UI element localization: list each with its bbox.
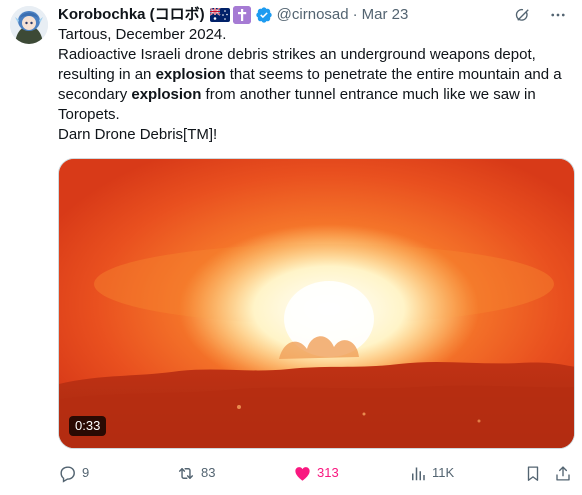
repost-count: 83 xyxy=(201,465,216,480)
tweet-text-line: Radioactive Israeli drone debris strikes… xyxy=(58,45,573,125)
more-options-icon[interactable] xyxy=(548,6,568,24)
video-duration: 0:33 xyxy=(69,416,107,436)
tweet-timestamp[interactable]: Mar 23 xyxy=(362,5,409,25)
repost-button[interactable]: 83 xyxy=(176,462,215,484)
repost-icon xyxy=(176,464,196,483)
tweet-text-span: Tartous, December 2024. xyxy=(58,26,227,43)
analytics-icon xyxy=(409,464,427,483)
tweet-text-bold: explosion xyxy=(131,86,202,103)
heart-icon xyxy=(293,464,312,483)
tweet-text: Tartous, December 2024. Radioactive Israe… xyxy=(58,25,573,145)
tweet-actions-bar: 9 83 313 11K xyxy=(58,462,570,484)
author-display-name[interactable]: Korobochka (コロボ) xyxy=(58,5,205,25)
tweet-top-actions xyxy=(514,6,568,24)
bookmark-button[interactable] xyxy=(524,462,542,484)
bookmark-icon xyxy=(524,464,542,483)
reply-icon xyxy=(58,464,77,483)
reply-count: 9 xyxy=(82,465,90,480)
tweet-text-span: Darn Drone Debris[TM]! xyxy=(58,126,218,143)
tweet-text-line: Tartous, December 2024. xyxy=(58,25,573,45)
video-player[interactable]: 0:33 xyxy=(58,158,575,449)
like-button[interactable]: 313 xyxy=(293,462,339,484)
views-button[interactable]: 11K xyxy=(409,462,454,484)
share-icon xyxy=(554,464,572,483)
avatar[interactable] xyxy=(10,6,48,44)
explosion-video-thumbnail xyxy=(59,159,574,448)
australia-flag-icon xyxy=(209,8,230,22)
view-count: 11K xyxy=(432,465,455,480)
grok-icon[interactable] xyxy=(514,6,532,24)
reply-button[interactable]: 9 xyxy=(58,462,89,484)
share-button[interactable] xyxy=(554,462,572,484)
like-count: 313 xyxy=(317,465,339,480)
tweet-text-line: Darn Drone Debris[TM]! xyxy=(58,125,573,145)
author-handle[interactable]: @cirnosad xyxy=(277,5,349,25)
separator-dot: · xyxy=(352,6,358,23)
verified-icon[interactable] xyxy=(255,6,273,24)
anime-avatar-icon xyxy=(10,6,48,44)
tweet-header: Korobochka (コロボ) @cirnosad · Mar 23 xyxy=(58,5,408,25)
tweet-card[interactable]: Korobochka (コロボ) @cirnosad · Mar 23 Tart… xyxy=(0,0,582,495)
tweet-text-bold: explosion xyxy=(155,66,226,83)
cross-badge-icon xyxy=(232,6,251,24)
